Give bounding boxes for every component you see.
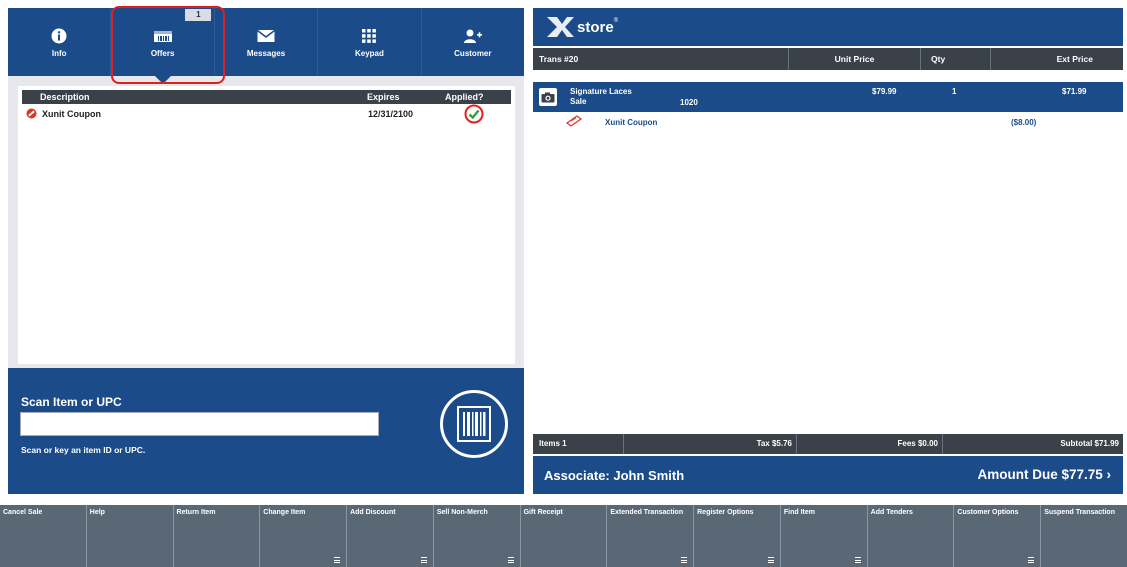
brand-header: store ® — [533, 8, 1123, 46]
tab-info[interactable]: Info — [8, 8, 112, 76]
extended-transaction-button[interactable]: Extended Transaction — [607, 505, 695, 567]
barcode-scan-button[interactable] — [440, 390, 508, 458]
tab-info-label: Info — [51, 49, 67, 58]
fkey-label: Extended Transaction — [610, 509, 684, 516]
applied-check-icon[interactable] — [464, 104, 484, 126]
tab-messages[interactable]: Messages — [215, 8, 319, 76]
fkey-label: Cancel Sale — [3, 509, 43, 516]
menu-icon — [420, 557, 427, 563]
add-tenders-button[interactable]: Add Tenders — [867, 505, 955, 567]
discount-row[interactable]: Xunit Coupon ($8.00) — [533, 114, 1123, 130]
item-type: Sale — [570, 97, 587, 106]
function-key-bar: Cancel Sale Help Return Item Change Item… — [0, 505, 1127, 567]
scan-input[interactable] — [20, 412, 379, 436]
discount-name: Xunit Coupon — [605, 118, 658, 127]
pos-screen: Info 1 Offers Messages Keypad Customer D… — [0, 0, 1127, 567]
fkey-label: Return Item — [176, 509, 216, 516]
fkey-label: Sell Non-Merch — [436, 509, 488, 516]
tax-total: Tax $5.76 — [624, 434, 797, 454]
register-options-button[interactable]: Register Options — [694, 505, 781, 567]
info-icon — [8, 26, 110, 46]
item-unit-price: $79.99 — [872, 87, 897, 96]
offer-description: Xunit Coupon — [42, 109, 101, 119]
discount-amount: ($8.00) — [1011, 118, 1037, 127]
xstore-logo: store ® — [545, 14, 618, 40]
menu-icon — [854, 557, 861, 563]
tab-keypad[interactable]: Keypad — [318, 8, 422, 76]
logo-text: store — [577, 18, 614, 36]
fkey-label: Suspend Transaction — [1044, 509, 1115, 516]
envelope-icon — [215, 26, 317, 46]
coupon-tag-icon — [565, 115, 583, 129]
fkey-label: Gift Receipt — [523, 509, 563, 516]
offers-panel: Description Expires Applied? Xunit Coupo… — [18, 86, 515, 364]
line-item-row[interactable]: Signature Laces Sale 1020 $79.99 1 $71.9… — [533, 82, 1123, 112]
item-ext-price: $71.99 — [1062, 87, 1087, 96]
fkey-label: Find Item — [783, 509, 816, 516]
totals-bar: Items 1 Tax $5.76 Fees $0.00 Subtotal $7… — [533, 434, 1123, 454]
tab-messages-label: Messages — [246, 49, 286, 58]
table-row[interactable]: Xunit Coupon 12/31/2100 — [22, 104, 511, 124]
camera-icon — [539, 88, 557, 106]
col-ext-price: Ext Price — [1056, 54, 1093, 64]
col-expires: Expires — [367, 92, 400, 102]
tab-customer[interactable]: Customer — [422, 8, 524, 76]
fkey-label: Add Tenders — [870, 509, 913, 516]
scan-help-text: Scan or key an item ID or UPC. — [21, 445, 146, 455]
suspend-transaction-button[interactable]: Suspend Transaction — [1041, 505, 1127, 567]
col-applied: Applied? — [445, 92, 484, 102]
fkey-label: Help — [89, 509, 105, 516]
menu-icon — [681, 557, 688, 563]
tab-customer-label: Customer — [454, 49, 492, 58]
col-trans: Trans #20 — [533, 48, 789, 70]
associate-bar: Associate: John Smith Amount Due $77.75 … — [533, 456, 1123, 494]
left-panel: Info 1 Offers Messages Keypad Customer D… — [8, 6, 524, 494]
change-item-button[interactable]: Change Item — [260, 505, 348, 567]
items-count: Items 1 — [533, 434, 624, 454]
find-item-button[interactable]: Find Item — [780, 505, 868, 567]
return-item-button[interactable]: Return Item — [173, 505, 261, 567]
associate-name: Associate: John Smith — [544, 468, 685, 483]
item-code: 1020 — [680, 98, 698, 107]
col-description: Description — [40, 92, 90, 102]
fkey-label: Register Options — [697, 509, 754, 516]
tab-keypad-label: Keypad — [354, 49, 384, 58]
menu-icon — [334, 557, 341, 563]
logo-registered: ® — [613, 18, 619, 24]
sell-non-merch-button[interactable]: Sell Non-Merch — [433, 505, 521, 567]
col-qty: Qty — [921, 48, 991, 70]
fkey-label: Customer Options — [957, 509, 1019, 516]
tab-bar: Info 1 Offers Messages Keypad Customer — [8, 8, 524, 84]
customer-options-button[interactable]: Customer Options — [954, 505, 1042, 567]
item-qty: 1 — [952, 87, 957, 96]
transaction-table-header: Trans #20 Unit Price Qty Ext Price — [533, 48, 1123, 70]
amount-due-button[interactable]: Amount Due $77.75 › — [977, 467, 1111, 482]
scan-panel: Scan Item or UPC Scan or key an item ID … — [8, 368, 524, 494]
col-unit-price: Unit Price — [789, 48, 921, 70]
item-name: Signature Laces — [570, 87, 632, 96]
gift-receipt-button[interactable]: Gift Receipt — [520, 505, 608, 567]
help-button[interactable]: Help — [86, 505, 174, 567]
offer-expires: 12/31/2100 — [368, 109, 414, 119]
menu-icon — [767, 557, 774, 563]
keypad-icon — [318, 26, 420, 46]
menu-icon — [1028, 557, 1035, 563]
add-customer-icon — [422, 26, 524, 46]
offers-highlight-outline — [111, 6, 225, 84]
fees-total: Fees $0.00 — [797, 434, 943, 454]
menu-icon — [507, 557, 514, 563]
scan-title: Scan Item or UPC — [21, 395, 122, 409]
cancel-sale-button[interactable]: Cancel Sale — [0, 505, 87, 567]
barcode-icon — [457, 406, 491, 442]
subtotal: Subtotal $71.99 — [1060, 439, 1119, 448]
transaction-panel: store ® Trans #20 Unit Price Qty Ext Pri… — [533, 8, 1123, 494]
offers-table-header: Description Expires Applied? — [22, 90, 511, 104]
coupon-icon — [26, 108, 37, 121]
fkey-label: Change Item — [263, 509, 306, 516]
fkey-label: Add Discount — [350, 509, 396, 516]
add-discount-button[interactable]: Add Discount — [347, 505, 434, 567]
